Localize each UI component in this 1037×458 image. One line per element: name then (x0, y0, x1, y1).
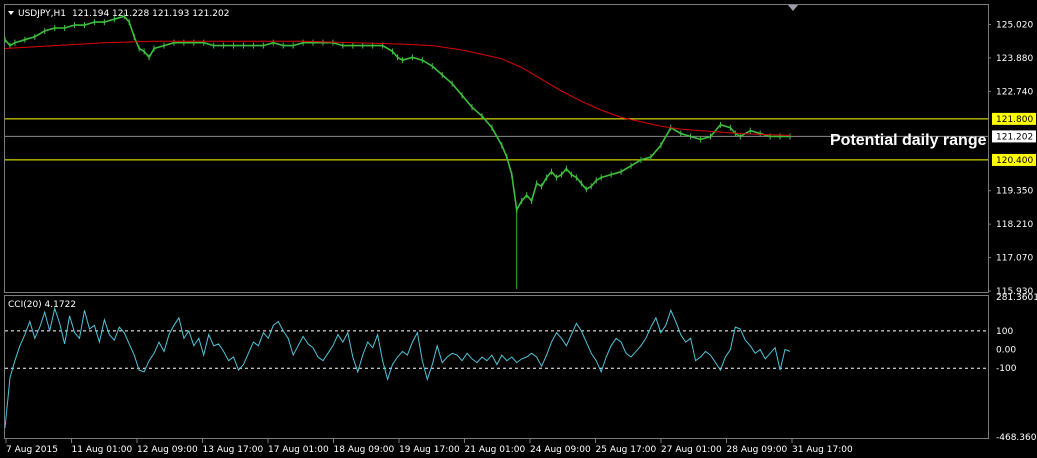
cci-tick-label: -100 (996, 364, 1017, 374)
x-tick-label: 17 Aug 01:00 (268, 445, 329, 455)
x-tick-label: 11 Aug 01:00 (72, 445, 133, 455)
price-tick-label: 125.020 (996, 20, 1033, 30)
cci-title: CCI(20) 4.1722 (8, 300, 76, 310)
ohlc-values: 121.194 121.228 121.193 121.202 (72, 9, 229, 19)
x-tick-label: 12 Aug 09:00 (137, 445, 198, 455)
level-badge-label-0: 121.800 (996, 115, 1033, 125)
cci-tick-label: 281.3601 (996, 293, 1037, 303)
x-tick-label: 19 Aug 17:00 (399, 445, 460, 455)
price-tick-label: 119.350 (996, 187, 1033, 197)
symbol-label: USDJPY,H1 (18, 9, 66, 19)
price-tick-label: 122.740 (996, 87, 1033, 97)
price-tick-label: 123.880 (996, 54, 1033, 64)
cci-tick-label: -468.3608 (996, 433, 1037, 443)
x-tick-label: 27 Aug 01:00 (661, 445, 722, 455)
x-tick-label: 24 Aug 09:00 (530, 445, 591, 455)
price-tick-label: 117.070 (996, 254, 1033, 264)
x-tick-label: 28 Aug 09:00 (727, 445, 788, 455)
x-tick-label: 25 Aug 17:00 (596, 445, 657, 455)
x-tick-label: 13 Aug 17:00 (203, 445, 264, 455)
price-tick-label: 118.210 (996, 220, 1033, 230)
x-tick-label: 31 Aug 17:00 (792, 445, 853, 455)
chart-header: USDJPY,H1 121.194 121.228 121.193 121.202 (18, 9, 229, 19)
current-price-label: 121.202 (996, 132, 1033, 142)
range-annotation: Potential daily range (830, 132, 987, 149)
cci-tick-label: 0.00 (996, 346, 1016, 356)
x-tick-label: 21 Aug 01:00 (465, 445, 526, 455)
cci-tick-label: 100 (996, 327, 1013, 337)
x-tick-label: 18 Aug 09:00 (334, 445, 395, 455)
x-tick-label: 7 Aug 2015 (6, 445, 58, 455)
trading-chart[interactable]: 125.020 123.880 122.740 119.350 118.210 117.0… (0, 0, 1037, 458)
level-badge-label-1: 120.400 (996, 156, 1033, 166)
